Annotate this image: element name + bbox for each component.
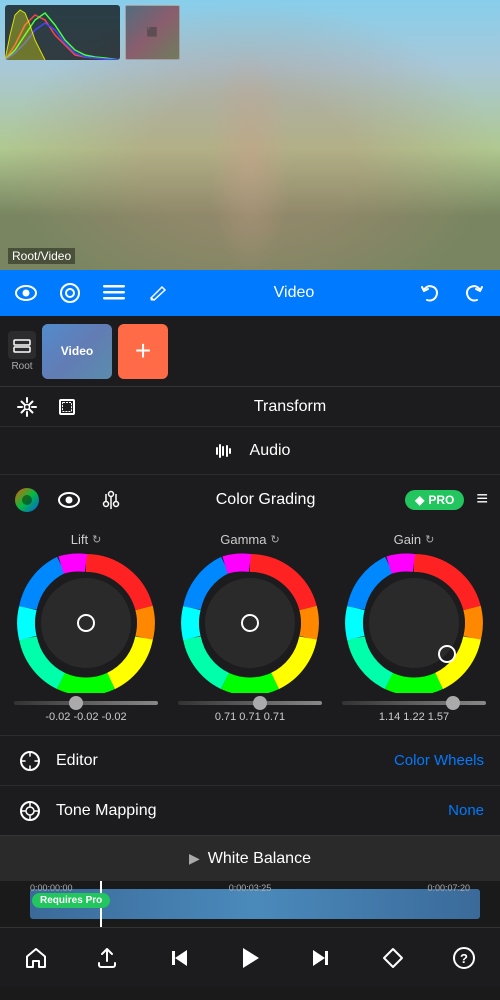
lift-wheel-container: Lift ↻ — [6, 532, 166, 723]
help-button[interactable]: ? — [442, 936, 486, 980]
color-wheel-icon[interactable] — [12, 485, 42, 515]
bottom-nav: ? — [0, 927, 500, 987]
gain-label: Gain — [394, 532, 421, 547]
prev-frame-button[interactable] — [157, 936, 201, 980]
editor-value: Color Wheels — [394, 752, 484, 769]
tone-mapping-row[interactable]: Tone Mapping None — [0, 785, 500, 835]
editor-label: Editor — [56, 752, 394, 770]
editor-row-icon — [16, 747, 44, 775]
color-wheels-section: Lift ↻ — [0, 524, 500, 735]
share-nav-button[interactable] — [85, 936, 129, 980]
audio-icon — [210, 437, 238, 465]
lift-values: -0.02 -0.02 -0.02 — [45, 711, 126, 723]
plus-icon: + — [135, 335, 151, 367]
diamond-pro-icon: ◆ — [415, 493, 424, 507]
tone-mapping-value: None — [448, 802, 484, 819]
histogram-overlay — [5, 5, 120, 60]
pro-badge[interactable]: ◆ PRO — [405, 490, 464, 510]
add-clip-button[interactable]: + — [118, 324, 168, 379]
eye-icon[interactable] — [12, 279, 40, 307]
gamma-label: Gamma — [220, 532, 266, 547]
layers-icon — [8, 331, 36, 359]
root-label: Root — [11, 361, 32, 372]
crop-icon[interactable] — [52, 392, 82, 422]
timeline-root-item[interactable]: Root — [8, 331, 36, 372]
gain-refresh-icon[interactable]: ↻ — [425, 533, 434, 546]
cg-title: Color Grading — [138, 491, 393, 509]
gamma-refresh-icon[interactable]: ↻ — [271, 533, 280, 546]
video-chip-label: Video — [61, 344, 93, 358]
cg-eye-icon[interactable] — [54, 485, 84, 515]
lift-slider[interactable] — [14, 701, 158, 705]
gamma-wheel-container: Gamma ↻ — [170, 532, 330, 723]
gamma-values: 0.71 0.71 0.71 — [215, 711, 285, 723]
audio-label: Audio — [250, 442, 291, 460]
cg-adjust-icon[interactable] — [96, 485, 126, 515]
timestamp-mid: 0:00:03:25 — [229, 883, 272, 893]
requires-pro-badge: Requires Pro — [32, 893, 110, 908]
undo-icon[interactable] — [416, 279, 444, 307]
chevron-right-icon: ▶ — [189, 850, 200, 867]
gamma-slider[interactable] — [178, 701, 322, 705]
next-frame-button[interactable] — [299, 936, 343, 980]
timeline-bottom: Requires Pro 0:00:00:00 0:00:03:25 0:00:… — [0, 881, 500, 927]
video-preview: ⬛ Root/Video — [0, 0, 500, 270]
controls-row: Transform — [0, 386, 500, 426]
home-nav-button[interactable] — [14, 936, 58, 980]
lift-label: Lift — [71, 532, 88, 547]
play-button[interactable] — [228, 936, 272, 980]
gain-values: 1.14 1.22 1.57 — [379, 711, 449, 723]
gamma-color-wheel[interactable] — [180, 553, 320, 693]
gain-wheel-container: Gain ↻ — [334, 532, 494, 723]
top-toolbar: Video — [0, 270, 500, 316]
video-clip-chip[interactable]: Video — [42, 324, 112, 379]
toolbar-title: Video — [188, 284, 400, 302]
white-balance-row[interactable]: ▶ White Balance — [0, 835, 500, 881]
diamond-nav-button[interactable] — [371, 936, 415, 980]
white-balance-label: White Balance — [208, 850, 311, 868]
audio-row[interactable]: Audio — [0, 426, 500, 474]
editor-row[interactable]: Editor Color Wheels — [0, 735, 500, 785]
gain-slider[interactable] — [342, 701, 486, 705]
timestamp-start: 0:00:00:00 — [30, 883, 73, 893]
menu-icon[interactable] — [100, 279, 128, 307]
timeline-strip: Root Video + — [0, 316, 500, 386]
video-root-label: Root/Video — [8, 248, 75, 264]
lift-refresh-icon[interactable]: ↻ — [92, 533, 101, 546]
timestamp-end: 0:00:07:20 — [427, 883, 470, 893]
gain-color-wheel[interactable] — [344, 553, 484, 693]
svg-text:?: ? — [460, 951, 468, 966]
pro-label: PRO — [428, 493, 454, 507]
tone-mapping-label: Tone Mapping — [56, 802, 448, 820]
redo-icon[interactable] — [460, 279, 488, 307]
video-thumbnail: ⬛ — [125, 5, 180, 60]
edit-icon[interactable] — [144, 279, 172, 307]
color-grading-header: Color Grading ◆ PRO ≡ — [0, 474, 500, 524]
move-icon[interactable] — [12, 392, 42, 422]
circle-icon[interactable] — [56, 279, 84, 307]
lift-color-wheel[interactable] — [16, 553, 156, 693]
transform-label: Transform — [92, 398, 488, 416]
more-menu-icon[interactable]: ≡ — [476, 488, 488, 511]
tone-mapping-icon — [16, 797, 44, 825]
